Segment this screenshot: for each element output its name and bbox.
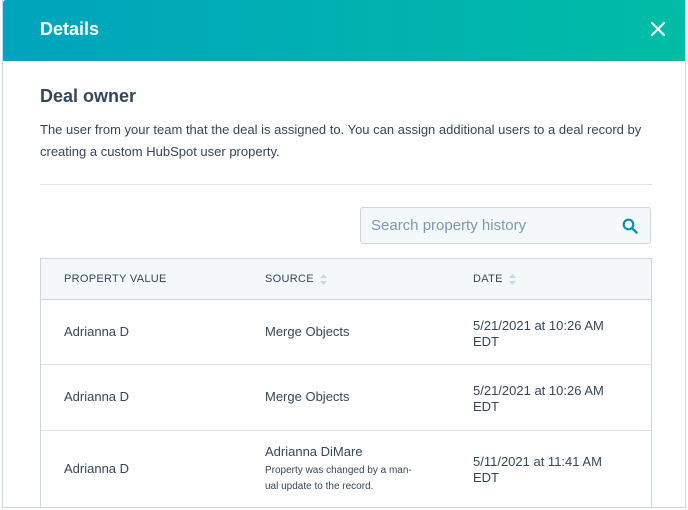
source-cell: Merge Objects bbox=[265, 324, 350, 339]
column-header-property-value: PROPERTY VALUE bbox=[64, 273, 167, 285]
details-modal: Details Deal owner The user from your te… bbox=[2, 0, 686, 508]
column-header-source[interactable]: SOURCE bbox=[265, 273, 327, 285]
modal-body: Deal owner The user from your team that … bbox=[3, 61, 685, 507]
property-value-cell: Adrianna D bbox=[64, 389, 130, 404]
date-cell: 5/21/2021 at 10:26 AM EDT bbox=[473, 318, 604, 349]
search-box bbox=[360, 207, 651, 244]
property-description: The user from your team that the deal is… bbox=[40, 122, 642, 159]
table-row: Adrianna D Merge Objects 5/21/2021 at 10… bbox=[41, 365, 651, 431]
divider bbox=[40, 184, 652, 185]
modal-title: Details bbox=[40, 19, 100, 39]
sort-icon bbox=[319, 273, 327, 285]
property-title: Deal owner bbox=[40, 86, 137, 106]
column-header-date[interactable]: DATE bbox=[473, 273, 516, 285]
property-history-table: PROPERTY VALUE SOURCE DATE Adrianna D Me… bbox=[40, 258, 652, 507]
source-cell: Adrianna DiMare Property was changed by … bbox=[265, 444, 435, 495]
close-icon bbox=[651, 22, 665, 36]
property-value-cell: Adrianna D bbox=[64, 324, 130, 339]
search-input[interactable] bbox=[361, 208, 611, 243]
search-icon[interactable] bbox=[622, 218, 638, 234]
table-header: PROPERTY VALUE SOURCE DATE bbox=[41, 259, 651, 300]
source-cell: Merge Objects bbox=[265, 389, 350, 404]
property-value-cell: Adrianna D bbox=[64, 461, 130, 476]
source-description: Property was changed by a man- ual updat… bbox=[265, 465, 412, 492]
modal-header: Details bbox=[3, 0, 685, 61]
date-cell: 5/21/2021 at 10:26 AM EDT bbox=[473, 383, 604, 414]
date-cell: 5/11/2021 at 11:41 AM EDT bbox=[473, 454, 602, 485]
table-row: Adrianna D Merge Objects 5/21/2021 at 10… bbox=[41, 300, 651, 365]
sort-icon bbox=[508, 273, 516, 285]
close-button[interactable] bbox=[645, 16, 671, 42]
table-row: Adrianna D Adrianna DiMare Property was … bbox=[41, 431, 651, 507]
